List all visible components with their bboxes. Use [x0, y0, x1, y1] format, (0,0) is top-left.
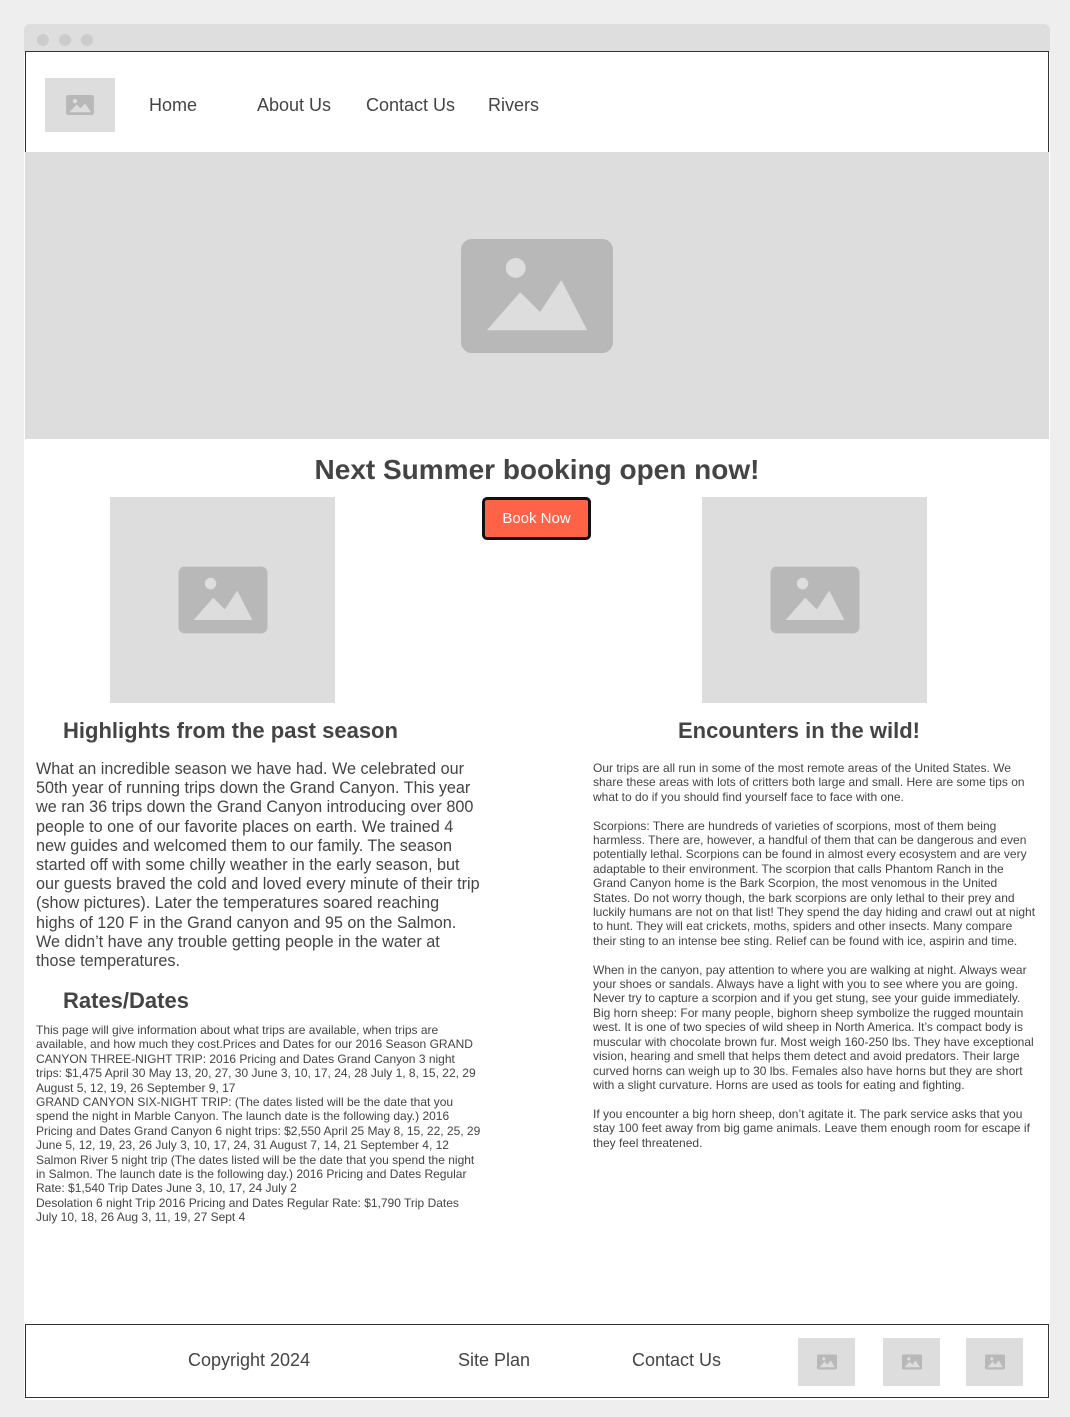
nav-rivers[interactable]: Rivers [488, 95, 539, 116]
encounters-heading: Encounters in the wild! [678, 718, 921, 743]
window-minimize-dot[interactable] [59, 34, 71, 46]
rates-text: This page will give information about wh… [36, 1023, 482, 1225]
copyright-text: Copyright 2024 [188, 1350, 311, 1370]
social-icon-3[interactable] [966, 1338, 1023, 1386]
encounters-paragraph: When in the canyon, pay attention to whe… [593, 962, 1034, 1092]
rates-line: GRAND CANYON SIX-NIGHT TRIP: (The dates … [36, 1095, 481, 1153]
nav-home[interactable]: Home [149, 95, 197, 116]
site-footer: Copyright 2024 Site Plan Contact Us [25, 1324, 1049, 1398]
booking-headline: Next Summer booking open now! [314, 454, 760, 485]
image-icon [816, 1354, 837, 1370]
highlights-image [110, 497, 335, 703]
site-header: Home About Us Contact Us Rivers [25, 51, 1049, 152]
rates-line: This page will give information about wh… [36, 1023, 476, 1095]
footer-site-plan-link[interactable]: Site Plan [458, 1350, 530, 1371]
image-icon [901, 1354, 922, 1370]
encounters-paragraph: Our trips are all run in some of the mos… [593, 761, 1025, 804]
logo-image[interactable] [45, 78, 115, 132]
image-icon [770, 566, 859, 634]
window-close-dot[interactable] [37, 34, 49, 46]
nav-about-us[interactable]: About Us [257, 95, 331, 116]
book-now-button[interactable]: Book Now [482, 497, 591, 540]
image-icon [461, 238, 613, 353]
image-icon [66, 95, 94, 115]
highlights-text: What an incredible season we have had. W… [36, 760, 480, 971]
highlights-heading: Highlights from the past season [63, 718, 398, 743]
nav-contact-us[interactable]: Contact Us [366, 95, 455, 116]
hero-image [25, 152, 1049, 439]
window-maximize-dot[interactable] [81, 34, 93, 46]
image-icon [178, 566, 267, 634]
encounters-image [702, 497, 927, 703]
encounters-text: Our trips are all run in some of the mos… [593, 761, 1036, 1164]
browser-window: Home About Us Contact Us Rivers Next Sum… [24, 24, 1050, 1400]
image-icon [984, 1354, 1005, 1370]
rates-heading: Rates/Dates [63, 988, 189, 1013]
encounters-paragraph: Scorpions: There are hundreds of varieti… [593, 818, 1036, 948]
encounters-paragraph: If you encounter a big horn sheep, don’t… [593, 1106, 1030, 1150]
rates-line: Desolation 6 night Trip 2016 Pricing and… [36, 1195, 459, 1225]
rates-line: Salmon River 5 night trip (The dates lis… [36, 1152, 475, 1196]
social-icon-1[interactable] [798, 1338, 855, 1386]
social-icon-2[interactable] [883, 1338, 940, 1386]
window-titlebar [24, 24, 1050, 52]
footer-contact-link[interactable]: Contact Us [632, 1350, 721, 1371]
